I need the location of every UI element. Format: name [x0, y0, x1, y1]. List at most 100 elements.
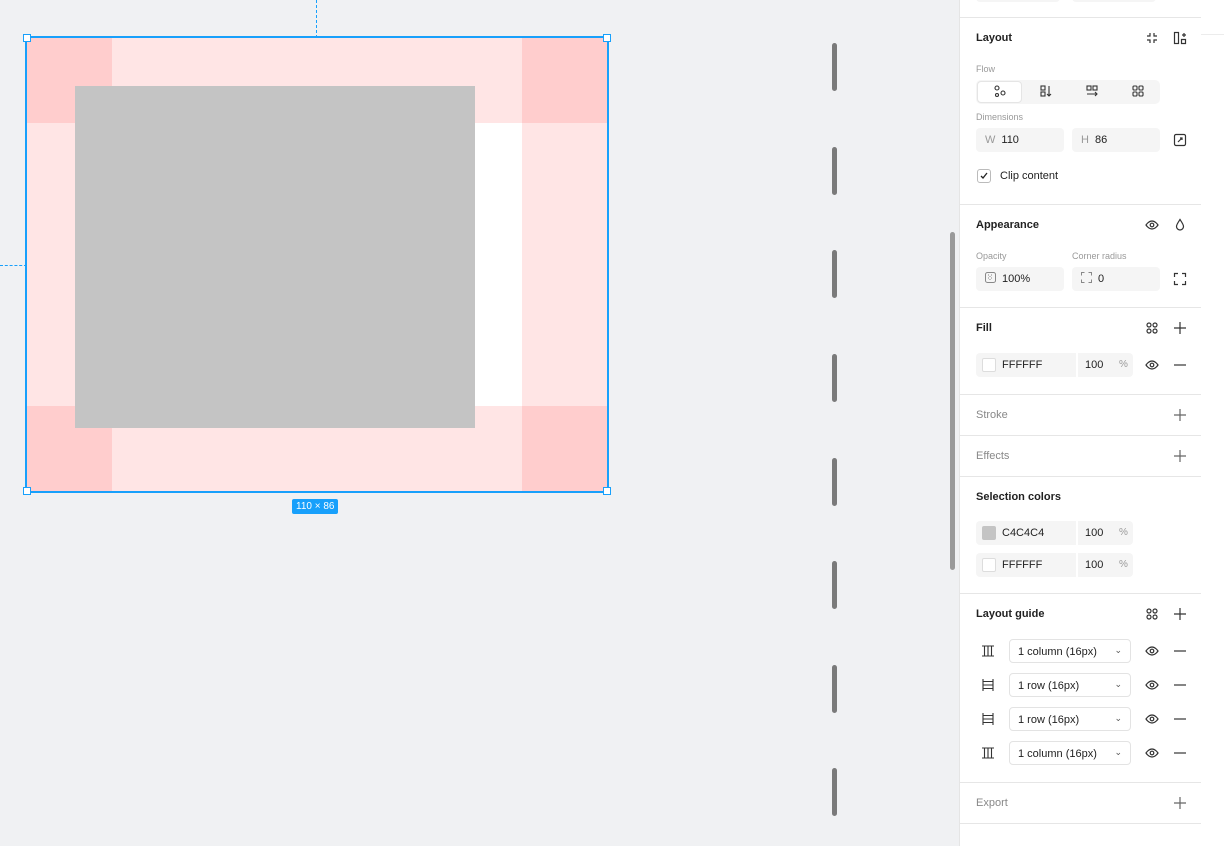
add-stroke-icon[interactable]	[1172, 407, 1188, 423]
check-icon	[980, 172, 988, 179]
flow-freeform-option[interactable]	[977, 81, 1022, 103]
flow-segmented-control	[976, 80, 1160, 104]
remove-fill-icon[interactable]	[1172, 357, 1188, 373]
eye-icon[interactable]	[1144, 643, 1160, 659]
selection-color-opacity: 100	[1085, 559, 1104, 571]
blend-mode-icon[interactable]	[1172, 217, 1188, 233]
collapse-icon[interactable]	[1144, 30, 1160, 46]
layout-guide-row: 1 row (16px) ⌄	[976, 707, 1186, 731]
width-value: 110	[1001, 134, 1019, 146]
measure-guide-horizontal	[0, 265, 27, 266]
clip-content-checkbox[interactable]	[977, 169, 991, 183]
partial-field-right[interactable]	[1072, 0, 1156, 2]
height-field[interactable]: H 86	[1072, 128, 1160, 152]
eye-icon[interactable]	[1144, 357, 1160, 373]
appearance-section: Appearance Opacity Corner radius 100% 0	[960, 205, 1202, 308]
selection-color-swatch[interactable]	[982, 526, 996, 540]
flow-horizontal-option[interactable]	[1069, 81, 1114, 103]
height-prefix: H	[1081, 134, 1089, 146]
partial-field-left[interactable]	[976, 0, 1060, 2]
layout-guide-select[interactable]: 1 column (16px) ⌄	[1009, 741, 1131, 765]
resize-handle-bottom-right[interactable]	[603, 487, 611, 495]
selection-color-hex: C4C4C4	[1002, 527, 1045, 539]
inner-rectangle[interactable]	[75, 86, 475, 428]
selection-color-row[interactable]: C4C4C4 100 %	[976, 521, 1133, 545]
effects-section: Effects	[960, 436, 1202, 477]
horizontal-wrap-icon	[1085, 84, 1099, 101]
flow-label: Flow	[976, 64, 996, 74]
layout-guide-row: 1 column (16px) ⌄	[976, 639, 1186, 663]
resize-handle-top-left[interactable]	[23, 34, 31, 42]
selection-color-swatch[interactable]	[982, 558, 996, 572]
corner-radius-value: 0	[1098, 273, 1105, 285]
selection-color-percent-sign: %	[1119, 559, 1128, 570]
eye-icon[interactable]	[1144, 677, 1160, 693]
flow-grid-option[interactable]	[1115, 81, 1160, 103]
remove-guide-icon[interactable]	[1172, 677, 1188, 693]
panel-edge	[1201, 0, 1224, 846]
selection-size-badge: 110 × 86	[292, 499, 339, 514]
selection-color-percent-sign: %	[1119, 527, 1128, 538]
canvas[interactable]: 110 × 86	[0, 0, 950, 846]
panel-edge-divider	[1201, 34, 1224, 35]
selection-colors-title: Selection colors	[976, 491, 1061, 503]
add-auto-layout-icon[interactable]	[1172, 30, 1188, 46]
add-fill-icon[interactable]	[1172, 320, 1188, 336]
selected-frame[interactable]	[25, 36, 609, 493]
dashed-divider-segment	[832, 147, 837, 195]
opacity-label: Opacity	[976, 251, 1007, 261]
eye-icon[interactable]	[1144, 745, 1160, 761]
remove-guide-icon[interactable]	[1172, 643, 1188, 659]
dashed-divider-segment	[832, 43, 837, 91]
fill-row[interactable]: FFFFFF 100 %	[976, 353, 1133, 377]
eye-icon[interactable]	[1144, 711, 1160, 727]
export-title: Export	[976, 797, 1008, 809]
selection-color-opacity: 100	[1085, 527, 1104, 539]
constrain-proportions-icon[interactable]	[1172, 132, 1188, 148]
chevron-down-icon: ⌄	[1114, 679, 1122, 689]
fill-title: Fill	[976, 322, 992, 334]
width-field[interactable]: W 110	[976, 128, 1064, 152]
opacity-icon	[985, 272, 996, 286]
corner-radius-label: Corner radius	[1072, 251, 1127, 261]
layout-section: Layout Flow Dimensions W 110 H 86 Clip c…	[960, 18, 1202, 205]
layout-guide-title: Layout guide	[976, 608, 1045, 620]
independent-corners-icon[interactable]	[1172, 271, 1188, 287]
rows-icon[interactable]	[980, 677, 996, 693]
fill-swatch[interactable]	[982, 358, 996, 372]
remove-guide-icon[interactable]	[1172, 711, 1188, 727]
remove-guide-icon[interactable]	[1172, 745, 1188, 761]
opacity-field[interactable]: 100%	[976, 267, 1064, 291]
layout-guide-label: 1 row (16px)	[1018, 680, 1080, 692]
add-export-icon[interactable]	[1172, 795, 1188, 811]
dashed-divider-segment	[832, 458, 837, 506]
selection-color-row[interactable]: FFFFFF 100 %	[976, 553, 1133, 577]
columns-icon[interactable]	[980, 745, 996, 761]
layout-guide-select[interactable]: 1 column (16px) ⌄	[1009, 639, 1131, 663]
styles-icon[interactable]	[1144, 606, 1160, 622]
layout-guide-select[interactable]: 1 row (16px) ⌄	[1009, 673, 1131, 697]
dashed-divider-segment	[832, 250, 837, 298]
add-effect-icon[interactable]	[1172, 448, 1188, 464]
resize-handle-bottom-left[interactable]	[23, 487, 31, 495]
dashed-divider-segment	[832, 768, 837, 816]
columns-icon[interactable]	[980, 643, 996, 659]
fill-percent-sign: %	[1119, 359, 1128, 370]
eye-icon[interactable]	[1144, 217, 1160, 233]
export-section: Export	[960, 783, 1202, 824]
resize-handle-top-right[interactable]	[603, 34, 611, 42]
rows-icon[interactable]	[980, 711, 996, 727]
selection-colors-section: Selection colors C4C4C4 100 % FFFFFF 100…	[960, 477, 1202, 594]
section-top-partial	[960, 0, 1202, 18]
fill-section: Fill FFFFFF 100 %	[960, 308, 1202, 395]
corner-radius-field[interactable]: 0	[1072, 267, 1160, 291]
styles-icon[interactable]	[1144, 320, 1160, 336]
height-value: 86	[1094, 134, 1108, 146]
canvas-scrollbar[interactable]	[950, 232, 955, 570]
vertical-icon	[1039, 84, 1053, 101]
add-layout-guide-icon[interactable]	[1172, 606, 1188, 622]
layout-guide-select[interactable]: 1 row (16px) ⌄	[1009, 707, 1131, 731]
layout-guide-label: 1 column (16px)	[1018, 748, 1097, 760]
selection-color-hex: FFFFFF	[1002, 559, 1043, 571]
flow-vertical-option[interactable]	[1023, 81, 1068, 103]
